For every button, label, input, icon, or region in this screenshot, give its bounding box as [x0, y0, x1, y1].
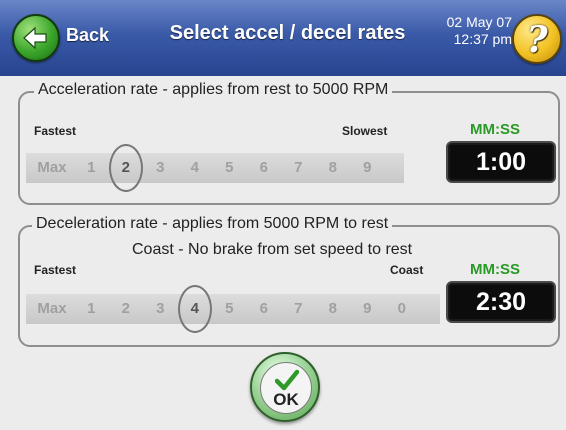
back-label[interactable]: Back — [66, 25, 109, 46]
ok-button[interactable]: OK — [250, 352, 320, 422]
help-button[interactable]: ? — [512, 14, 562, 64]
accel-step-5[interactable]: 5 — [212, 153, 247, 183]
decel-step-7[interactable]: 7 — [281, 294, 316, 324]
ok-label[interactable]: OK — [261, 390, 311, 410]
decel-time-display[interactable]: 2:30 — [446, 281, 556, 323]
accel-step-6[interactable]: 6 — [247, 153, 282, 183]
deceleration-subtitle: Coast - No brake from set speed to rest — [132, 241, 413, 258]
screen: Back Select accel / decel rates 02 May 0… — [0, 0, 566, 430]
datetime-display: 02 May 07 12:37 pm — [432, 14, 512, 48]
accel-slowest-label: Slowest — [342, 124, 388, 138]
header-bar: Back Select accel / decel rates 02 May 0… — [0, 0, 566, 77]
ok-button-face[interactable]: OK — [260, 362, 312, 414]
acceleration-legend: Acceleration rate - applies from rest to… — [34, 81, 393, 99]
decel-rate-scale: Max 1 2 3 4 5 6 7 8 9 0 — [26, 285, 440, 333]
accel-step-2[interactable]: 2 — [109, 153, 144, 183]
decel-coast-label: Coast — [390, 263, 424, 277]
decel-step-max[interactable]: Max — [30, 294, 74, 324]
question-mark-icon[interactable]: ? — [514, 19, 560, 61]
acceleration-panel: Acceleration rate - applies from rest to… — [18, 81, 560, 205]
content-area: Acceleration rate - applies from rest to… — [0, 76, 566, 430]
deceleration-panel: Deceleration rate - applies from 5000 RP… — [18, 215, 560, 347]
accel-step-4[interactable]: 4 — [178, 153, 213, 183]
decel-step-5[interactable]: 5 — [212, 294, 247, 324]
checkmark-icon[interactable] — [275, 369, 299, 391]
accel-step-3[interactable]: 3 — [143, 153, 178, 183]
decel-step-3[interactable]: 3 — [143, 294, 178, 324]
back-button[interactable]: Back — [8, 14, 128, 62]
accel-fastest-label: Fastest — [34, 124, 77, 138]
accel-step-max[interactable]: Max — [30, 153, 74, 183]
decel-step-0[interactable]: 0 — [385, 294, 420, 324]
accel-step-9[interactable]: 9 — [350, 153, 385, 183]
decel-step-2[interactable]: 2 — [109, 294, 144, 324]
decel-time-label: MM:SS — [470, 261, 520, 278]
accel-time-display[interactable]: 1:00 — [446, 141, 556, 183]
decel-step-9[interactable]: 9 — [350, 294, 385, 324]
date-text: 02 May 07 — [446, 14, 512, 30]
page-title: Select accel / decel rates — [169, 22, 406, 44]
decel-fastest-label: Fastest — [34, 263, 77, 277]
time-text: 12:37 pm — [453, 31, 512, 47]
decel-step-1[interactable]: 1 — [74, 294, 109, 324]
deceleration-legend: Deceleration rate - applies from 5000 RP… — [32, 215, 393, 233]
accel-time-label: MM:SS — [470, 121, 520, 138]
accel-step-1[interactable]: 1 — [74, 153, 109, 183]
accel-step-7[interactable]: 7 — [281, 153, 316, 183]
decel-step-8[interactable]: 8 — [316, 294, 351, 324]
accel-rate-scale: Max 1 2 3 4 5 6 7 8 9 — [26, 144, 404, 192]
decel-step-6[interactable]: 6 — [247, 294, 282, 324]
arrow-left-icon[interactable] — [12, 14, 60, 62]
accel-step-8[interactable]: 8 — [316, 153, 351, 183]
decel-step-4[interactable]: 4 — [178, 294, 213, 324]
